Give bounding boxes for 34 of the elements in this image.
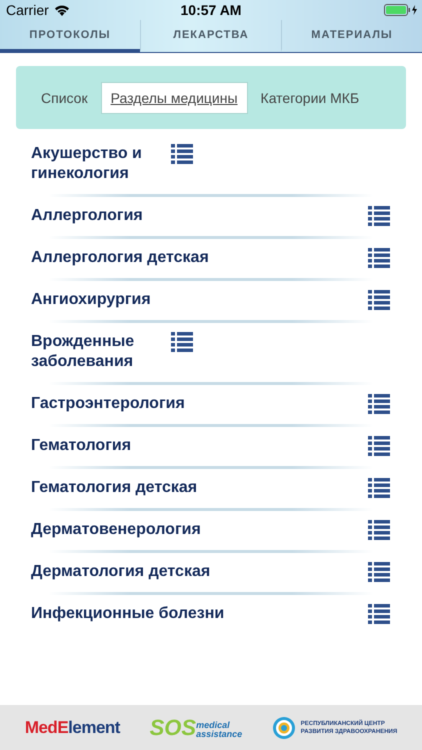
list-icon[interactable]: [171, 144, 193, 164]
section-name[interactable]: Врожденные заболевания: [31, 332, 171, 372]
list-icon[interactable]: [368, 436, 390, 456]
clock-time: 10:57 AM: [180, 2, 242, 18]
tab[interactable]: МАТЕРИАЛЫ: [281, 20, 422, 52]
list-icon[interactable]: [368, 604, 390, 624]
list-icon[interactable]: [368, 520, 390, 540]
section-name[interactable]: Акушерство и гинекология: [31, 144, 171, 184]
list-icon[interactable]: [368, 206, 390, 226]
segment-option[interactable]: Категории МКБ: [252, 82, 368, 112]
segment-option[interactable]: Разделы медицины: [100, 82, 248, 114]
emblem-icon: [272, 716, 296, 740]
tab[interactable]: ЛЕКАРСТВА: [140, 20, 281, 52]
segment-option[interactable]: Список: [32, 82, 97, 112]
list-icon[interactable]: [171, 332, 193, 352]
section-name[interactable]: Ангиохирургия: [31, 290, 368, 310]
list-icon[interactable]: [368, 478, 390, 498]
tab[interactable]: ПРОТОКОЛЫ: [0, 20, 140, 52]
medelement-logo: MedElement: [24, 718, 120, 738]
list-icon[interactable]: [368, 248, 390, 268]
section-name[interactable]: Дерматология детская: [31, 562, 368, 582]
list-icon[interactable]: [368, 562, 390, 582]
section-name[interactable]: Гастроэнтерология: [31, 394, 368, 414]
list-icon[interactable]: [368, 290, 390, 310]
section-name[interactable]: Гематология: [31, 436, 368, 456]
section-name[interactable]: Инфекционные болезни: [31, 604, 368, 624]
section-name[interactable]: Аллергология: [31, 206, 368, 226]
battery-icon: [384, 4, 418, 16]
carrier-label: Carrier: [6, 2, 49, 18]
section-name[interactable]: Гематология детская: [31, 478, 368, 498]
list-icon[interactable]: [368, 394, 390, 414]
wifi-icon: [54, 4, 70, 16]
section-name[interactable]: Аллергология детская: [31, 248, 368, 268]
section-name[interactable]: Дерматовенерология: [31, 520, 368, 540]
